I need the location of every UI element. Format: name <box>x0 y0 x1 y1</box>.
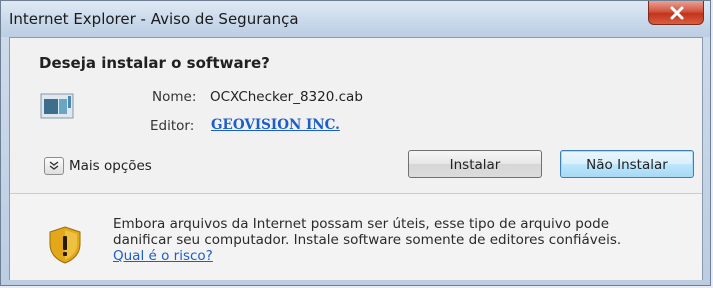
more-options-label[interactable]: Mais opções <box>69 158 152 174</box>
warning-line-1: Embora arquivos da Internet possam ser ú… <box>113 216 610 232</box>
warning-section: Embora arquivos da Internet possam ser ú… <box>10 194 702 280</box>
editor-label: Editor: <box>150 118 195 134</box>
warning-text: Embora arquivos da Internet possam ser ú… <box>113 216 693 248</box>
window-title: Internet Explorer - Aviso de Segurança <box>9 10 299 28</box>
risk-link[interactable]: Qual é o risco? <box>113 248 213 264</box>
install-button[interactable]: Instalar <box>408 150 542 178</box>
file-name-value: OCXChecker_8320.cab <box>210 89 363 105</box>
title-bar[interactable]: Internet Explorer - Aviso de Segurança <box>1 1 710 37</box>
warning-line-2: danificar seu computador. Instale softwa… <box>113 232 622 248</box>
editor-link[interactable]: GEOVISION INC. <box>211 117 340 133</box>
cab-file-icon <box>40 93 74 119</box>
close-icon <box>670 6 684 20</box>
expand-chevron-icon <box>49 161 59 170</box>
dialog-heading: Deseja instalar o software? <box>39 54 270 72</box>
name-label: Nome: <box>152 89 197 105</box>
more-options-toggle[interactable] <box>44 157 64 175</box>
close-button[interactable] <box>648 1 704 25</box>
shield-warning-icon <box>49 226 81 264</box>
dialog-content: Deseja instalar o software? Nome: OCXChe… <box>9 37 703 280</box>
security-warning-window: Internet Explorer - Aviso de Segurança D… <box>0 0 711 286</box>
no-install-button[interactable]: Não Instalar <box>560 150 694 178</box>
